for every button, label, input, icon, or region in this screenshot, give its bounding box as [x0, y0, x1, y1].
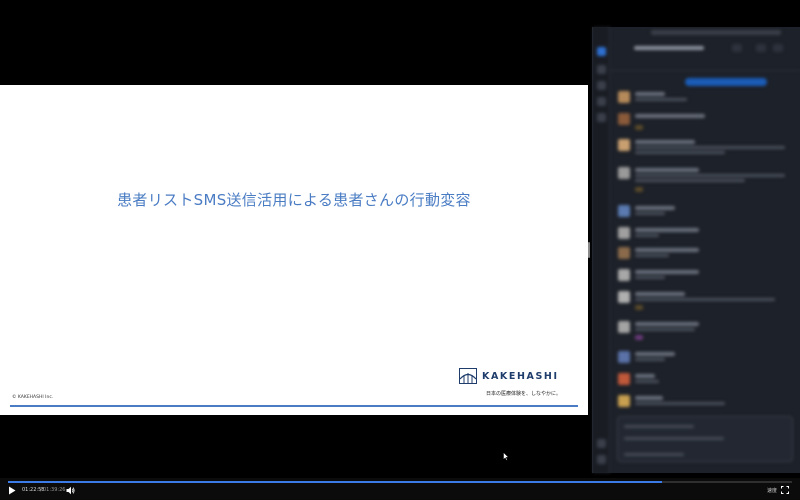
header-button[interactable]	[756, 44, 766, 52]
rail-icon[interactable]	[597, 47, 606, 56]
list-item	[618, 351, 796, 369]
panel-resize-handle[interactable]	[588, 242, 590, 258]
total-time: 01:39:26	[43, 487, 66, 493]
list-item	[618, 205, 796, 223]
app-window: 患者リストSMS送信活用による患者さんの行動変容 KAKEHASHI 日本の医療…	[0, 0, 800, 500]
rail-icon[interactable]	[597, 439, 606, 448]
slide-title: 患者リストSMS送信活用による患者さんの行動変容	[117, 191, 471, 209]
slide-tagline: 日本の医療体験を、しなやかに。	[486, 391, 562, 397]
fullscreen-icon[interactable]	[781, 486, 789, 494]
mouse-cursor-icon	[503, 452, 509, 461]
list-item	[618, 227, 796, 245]
list-item	[618, 269, 796, 287]
list-item	[618, 139, 796, 161]
video-player[interactable]: 患者リストSMS送信活用による患者さんの行動変容 KAKEHASHI 日本の医療…	[0, 0, 590, 478]
player-controls: 01:22:58 / 01:39:26 速度	[0, 478, 800, 500]
slide-copyright: © KAKEHASHI Inc.	[12, 395, 54, 400]
list-item	[618, 395, 796, 411]
kakehashi-logo-icon	[459, 368, 477, 384]
playback-speed-button[interactable]: 速度	[767, 487, 777, 494]
rail-icon[interactable]	[597, 81, 606, 90]
list-item	[618, 291, 796, 313]
chat-panel-content	[593, 27, 800, 473]
time-separator: /	[40, 487, 42, 493]
list-item	[618, 91, 796, 107]
message-composer[interactable]	[617, 416, 793, 462]
rail-icon[interactable]	[597, 113, 606, 122]
company-logo: KAKEHASHI	[459, 368, 559, 384]
volume-icon[interactable]	[66, 486, 75, 495]
channel-name	[634, 46, 704, 52]
list-item	[618, 247, 796, 265]
header-button[interactable]	[773, 44, 783, 52]
seek-bar-progress	[8, 481, 662, 483]
seek-bar[interactable]	[8, 481, 792, 483]
rail-icon[interactable]	[597, 65, 606, 74]
chat-header	[610, 27, 800, 71]
slide-divider	[10, 405, 578, 407]
logo-wordmark: KAKEHASHI	[482, 370, 559, 382]
rail-icon[interactable]	[597, 455, 606, 464]
list-item	[618, 113, 796, 135]
list-item	[618, 167, 796, 197]
presentation-slide: 患者リストSMS送信活用による患者さんの行動変容 KAKEHASHI 日本の医療…	[0, 85, 588, 415]
play-icon[interactable]	[8, 486, 16, 495]
new-messages-pill[interactable]	[685, 78, 767, 86]
list-item	[618, 321, 796, 343]
message-list[interactable]	[610, 73, 800, 413]
chat-panel[interactable]	[592, 27, 800, 473]
header-button[interactable]	[732, 44, 742, 52]
chat-sidebar-rail	[593, 27, 610, 473]
list-item	[618, 373, 796, 391]
rail-icon[interactable]	[597, 97, 606, 106]
